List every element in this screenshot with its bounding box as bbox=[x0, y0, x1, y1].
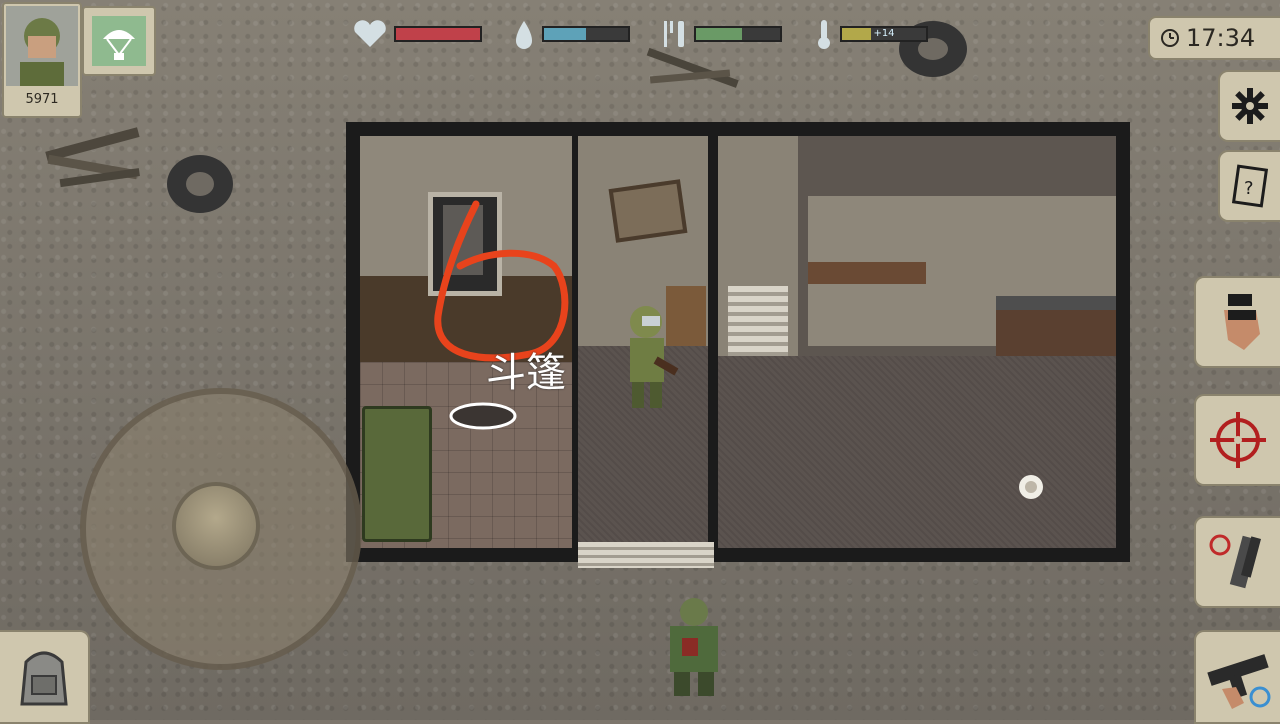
hunger-bar bbox=[694, 26, 782, 42]
avatar bbox=[6, 6, 78, 86]
item-label: 斗篷 bbox=[486, 350, 566, 396]
temperature-value: +14 bbox=[873, 28, 895, 39]
player-profile[interactable]: 5971 bbox=[2, 2, 82, 118]
svg-text:?: ? bbox=[1244, 178, 1254, 199]
notebook-icon: ? bbox=[1232, 164, 1268, 208]
health-bar bbox=[394, 26, 482, 42]
hunger-stat bbox=[660, 20, 782, 48]
rifle-icon bbox=[1207, 654, 1271, 709]
fork-knife-icon bbox=[664, 21, 684, 47]
right-room-floor bbox=[718, 356, 1116, 548]
clock-time: 17:34 bbox=[1186, 24, 1256, 52]
clock-panel: 17:34 bbox=[1148, 16, 1280, 60]
tire-icon bbox=[167, 155, 233, 213]
temperature-stat: +14 bbox=[814, 20, 928, 49]
zombie-character[interactable] bbox=[652, 594, 736, 698]
thirst-stat bbox=[512, 20, 630, 49]
wall-painting bbox=[608, 179, 688, 243]
parachute-icon bbox=[92, 16, 146, 66]
wall-shelf bbox=[808, 262, 926, 284]
backpack-icon bbox=[20, 651, 68, 706]
heart-icon bbox=[354, 20, 386, 47]
thirst-bar bbox=[542, 26, 630, 42]
cloak-item[interactable] bbox=[448, 400, 518, 432]
right-room bbox=[718, 136, 1116, 548]
temperature-bar: +14 bbox=[840, 26, 928, 42]
water-drop-icon bbox=[516, 21, 532, 49]
swap-weapon-icon bbox=[1209, 534, 1262, 589]
weapon-button[interactable] bbox=[1194, 630, 1280, 724]
armchair bbox=[362, 406, 432, 542]
swap-weapon-button[interactable] bbox=[1194, 516, 1280, 608]
journal-button[interactable]: ? bbox=[1218, 150, 1280, 222]
gear-icon bbox=[1232, 88, 1268, 124]
grab-button[interactable] bbox=[1194, 276, 1280, 368]
debris-planks bbox=[45, 127, 140, 188]
thermometer-icon bbox=[818, 20, 830, 49]
player-character bbox=[630, 306, 679, 408]
loot-sparkle-icon[interactable] bbox=[1012, 470, 1050, 504]
aim-button[interactable] bbox=[1194, 394, 1280, 486]
airdrop-button[interactable] bbox=[82, 6, 156, 76]
entrance-steps bbox=[578, 542, 714, 568]
settings-button[interactable] bbox=[1218, 70, 1280, 142]
crosshair-icon bbox=[1210, 412, 1266, 468]
hand-icon bbox=[1224, 294, 1260, 350]
joystick-knob[interactable] bbox=[172, 482, 260, 570]
inventory-button[interactable] bbox=[0, 630, 90, 724]
clock-icon bbox=[1161, 29, 1179, 47]
health-stat bbox=[352, 20, 482, 48]
player-score: 5971 bbox=[25, 92, 59, 107]
